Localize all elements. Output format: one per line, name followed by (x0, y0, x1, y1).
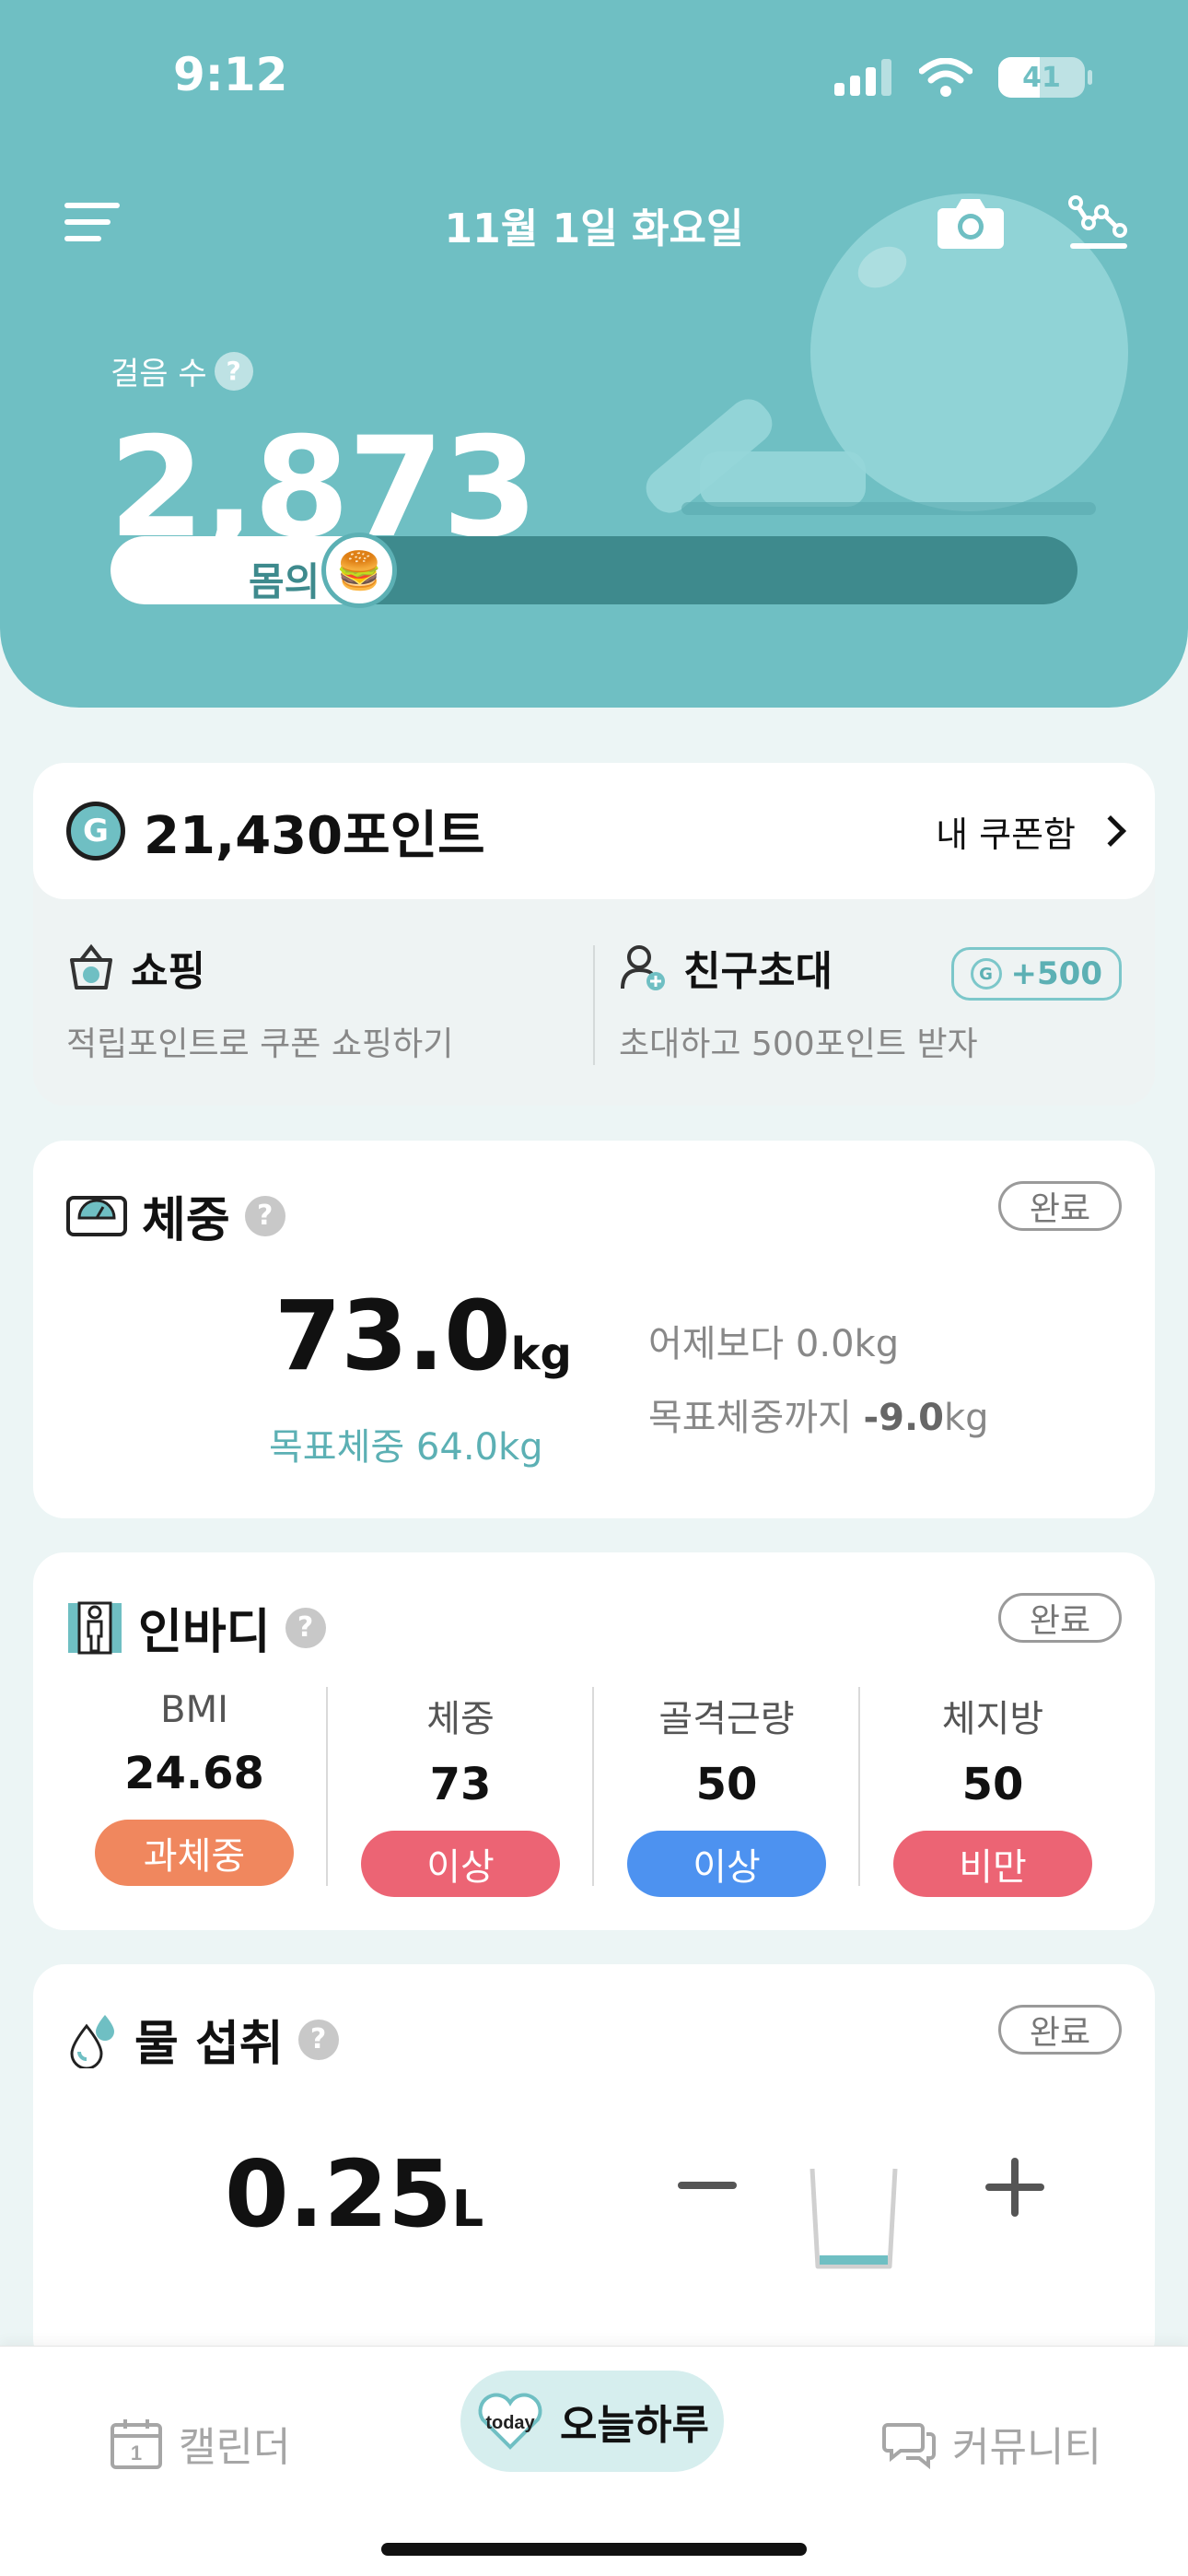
inbody-status-badge: 이상 (361, 1831, 560, 1897)
coupon-box-label: 내 쿠폰함 (936, 814, 1076, 855)
status-icons: 41 (834, 57, 1092, 98)
points-summary[interactable]: G 21,430포인트 내 쿠폰함 (33, 763, 1155, 899)
illustration-shadow (681, 502, 1096, 515)
camera-icon[interactable] (938, 195, 1004, 252)
shopping-basket-icon (70, 943, 112, 989)
water-drop-icon (70, 2014, 114, 2068)
weight-number: 73.0 (274, 1280, 511, 1392)
water-title-text: 물 섭취 (134, 2017, 284, 2072)
g-point-icon: G (970, 958, 1002, 989)
shopping-subtitle: 적립포인트로 쿠폰 쇼핑하기 (66, 1025, 454, 1063)
weight-remaining-label: 목표체중까지 (648, 1397, 864, 1439)
water-glass-icon (803, 2165, 904, 2277)
weight-title: 체중 ? (66, 1181, 285, 1250)
inbody-value: 50 (695, 1759, 758, 1810)
coupon-box-link[interactable]: 내 쿠폰함 (936, 806, 1126, 857)
inbody-item-fat: 체지방 50 비만 (859, 1689, 1126, 1897)
battery-level: 41 (1022, 61, 1061, 94)
chart-icon[interactable] (1068, 193, 1129, 254)
minus-button[interactable] (678, 2182, 737, 2189)
invite-friends-button[interactable]: 친구초대 초대하고 500포인트 받자 (619, 938, 978, 1065)
invite-bonus-badge: G +500 (950, 947, 1122, 1001)
inbody-label: 골격근량 (658, 1698, 795, 1740)
weight-value: 73.0kg (274, 1288, 572, 1384)
header: 9:12 41 11월 1일 화요일 걸음 수 ? 2,873 몸의 🍔 (0, 0, 1188, 708)
weight-diff: 어제보다 0.0kg (648, 1323, 900, 1365)
steps-progress-text: 몸의 (249, 559, 320, 604)
weight-unit: kg (510, 1329, 572, 1380)
calendar-icon-day: 1 (131, 2441, 142, 2465)
inbody-title-text: 인바디 (138, 1605, 271, 1660)
steps-progress-bar: 몸의 🍔 (111, 533, 1077, 608)
points-card: G 21,430포인트 내 쿠폰함 쇼핑 적립포인트로 쿠폰 쇼핑하기 친구초대… (33, 763, 1155, 1106)
add-friend-icon (621, 945, 665, 990)
burger-icon: 🍔 (321, 533, 397, 608)
scale-icon (66, 1195, 127, 1236)
inbody-value: 73 (429, 1759, 492, 1810)
water-done-button[interactable]: 완료 (998, 2005, 1122, 2055)
inbody-item-muscle: 골격근량 50 이상 (593, 1689, 860, 1897)
help-icon[interactable]: ? (214, 351, 253, 391)
signal-icon (834, 59, 891, 96)
weight-card[interactable]: 체중 ? 완료 73.0kg 목표체중 64.0kg 어제보다 0.0kg 목표… (33, 1141, 1155, 1518)
inbody-label: 체지방 (941, 1698, 1044, 1740)
today-heart-icon: today (478, 2393, 542, 2450)
inbody-value: 24.68 (124, 1748, 264, 1799)
water-value: 0.25L (225, 2149, 483, 2241)
weight-done-button[interactable]: 완료 (998, 1181, 1122, 1231)
shopping-title: 쇼핑 (131, 948, 205, 995)
today-badge-text: today (485, 2413, 535, 2433)
steps-label: 걸음 수 ? (111, 348, 253, 393)
help-icon[interactable]: ? (297, 2019, 339, 2060)
chevron-right-icon (1095, 815, 1126, 847)
divider (593, 945, 595, 1065)
plus-button[interactable] (985, 2158, 1044, 2217)
inbody-label: BMI (160, 1689, 228, 1731)
steps-label-text: 걸음 수 (111, 356, 207, 392)
inbody-item-weight: 체중 73 이상 (327, 1689, 594, 1897)
inbody-status-badge: 비만 (893, 1831, 1092, 1897)
tab-calendar[interactable]: 1 캘린더 (109, 2393, 290, 2494)
home-indicator[interactable] (381, 2543, 807, 2556)
invite-bonus-value: +500 (1010, 955, 1102, 992)
tab-community-label: 커뮤니티 (952, 2424, 1101, 2471)
water-title: 물 섭취 ? (66, 2005, 339, 2074)
weight-title-text: 체중 (142, 1193, 230, 1248)
help-icon[interactable]: ? (285, 1607, 326, 1648)
weight-goal: 목표체중 64.0kg (269, 1426, 543, 1469)
g-point-icon: G (66, 802, 125, 861)
tab-today-label: 오늘하루 (560, 2402, 709, 2449)
tab-today[interactable]: today 오늘하루 (460, 2371, 724, 2472)
help-icon[interactable]: ? (244, 1195, 285, 1236)
status-time: 9:12 (173, 48, 288, 101)
wifi-icon (919, 58, 973, 97)
inbody-item-bmi: BMI 24.68 과체중 (61, 1689, 328, 1886)
tab-community[interactable]: 커뮤니티 (882, 2393, 1101, 2494)
inbody-label: 체중 (426, 1698, 495, 1740)
date-title[interactable]: 11월 1일 화요일 (0, 195, 1188, 254)
invite-subtitle: 초대하고 500포인트 받자 (619, 1025, 978, 1063)
weight-remaining-value: -9.0 (863, 1397, 944, 1439)
battery-icon: 41 (998, 57, 1092, 98)
water-unit: L (451, 2180, 484, 2238)
inbody-status-badge: 이상 (627, 1831, 826, 1897)
weight-remaining: 목표체중까지 -9.0kg (648, 1388, 989, 1441)
tab-calendar-label: 캘린더 (179, 2424, 291, 2471)
chat-bubbles-icon (882, 2423, 936, 2469)
shopping-button[interactable]: 쇼핑 적립포인트로 쿠폰 쇼핑하기 (66, 938, 453, 1065)
body-composition-icon (68, 1601, 122, 1654)
calendar-icon: 1 (111, 2419, 162, 2469)
inbody-value: 50 (961, 1759, 1024, 1810)
invite-title: 친구초대 (683, 948, 833, 995)
weight-remaining-unit: kg (943, 1397, 989, 1439)
inbody-card[interactable]: 인바디 ? 완료 BMI 24.68 과체중 체중 73 이상 골격근량 50 … (33, 1552, 1155, 1930)
water-number: 0.25 (225, 2140, 452, 2248)
inbody-done-button[interactable]: 완료 (998, 1593, 1122, 1643)
points-value: 21,430포인트 (144, 805, 485, 866)
water-card[interactable]: 물 섭취 ? 완료 0.25L (33, 1964, 1155, 2370)
inbody-status-badge: 과체중 (95, 1820, 294, 1886)
bottom-tab-bar: 1 캘린더 today 오늘하루 커뮤니티 (0, 2346, 1188, 2576)
dumbbell-illustration (700, 451, 866, 507)
inbody-title: 인바디 ? (66, 1593, 326, 1662)
